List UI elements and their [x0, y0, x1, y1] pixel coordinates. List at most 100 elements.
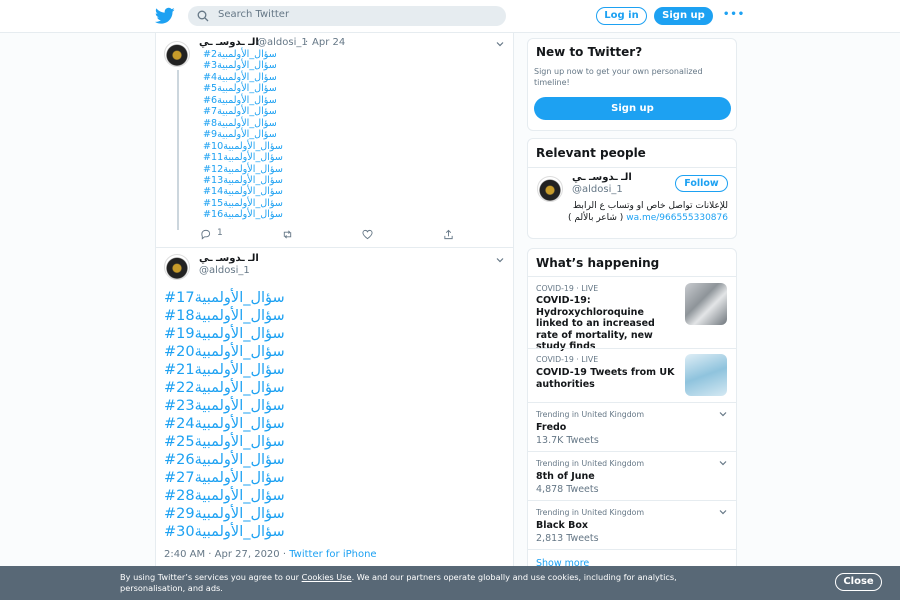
trend-item[interactable]: Trending in United Kingdom Fredo 13.7K T… [528, 402, 736, 451]
thread-connector-line [177, 70, 179, 230]
chevron-down-icon[interactable] [719, 508, 727, 516]
hashtag-link[interactable]: #سؤال_الأولمبية2 [203, 49, 293, 60]
trend-title: Black Box [536, 520, 589, 531]
search-icon [197, 10, 209, 22]
bio-link[interactable]: wa.me/966555330876 [626, 213, 728, 223]
trend-meta: COVID-19 · LIVE [536, 284, 599, 293]
trend-item[interactable]: COVID-19 · LIVE COVID-19: Hydroxychloroq… [528, 276, 736, 352]
hashtag-link[interactable]: #سؤال_الأولمبية30 [164, 523, 294, 541]
tweet-timestamp: 2:40 AM · Apr 27, 2020 · Twitter for iPh… [164, 549, 377, 560]
trend-meta: Trending in United Kingdom [536, 410, 645, 419]
cookie-message: By using Twitter’s services you agree to… [120, 572, 720, 594]
hashtag-link[interactable]: #سؤال_الأولمبية3 [203, 60, 293, 71]
hashtag-link[interactable]: #سؤال_الأولمبية15 [203, 198, 293, 209]
person-name[interactable]: الـ ـدوسـ ـي [572, 172, 632, 183]
hashtag-link[interactable]: #سؤال_الأولمبية29 [164, 505, 294, 523]
trend-meta: Trending in United Kingdom [536, 459, 645, 468]
person-bio: للإعلانات تواصل خاص او وتساب ع الرابط wa… [538, 200, 728, 224]
cookie-consent-banner: By using Twitter’s services you agree to… [0, 566, 900, 600]
tweet-author-handle[interactable]: @aldosi_1 [257, 37, 308, 48]
avatar[interactable] [164, 41, 190, 67]
login-button[interactable]: Log in [596, 7, 647, 25]
hashtag-link[interactable]: #سؤال_الأولمبية22 [164, 379, 294, 397]
hashtag-link[interactable]: #سؤال_الأولمبية4 [203, 72, 293, 83]
search-box[interactable]: Search Twitter [188, 6, 506, 26]
tweet-author-name[interactable]: الـ ـدوسـ ـي [199, 253, 259, 264]
hashtag-link[interactable]: #سؤال_الأولمبية12 [203, 164, 293, 175]
trend-meta: COVID-19 · LIVE [536, 355, 599, 364]
hashtag-link[interactable]: #سؤال_الأولمبية16 [203, 209, 293, 220]
sidebar-signup-button[interactable]: Sign up [534, 97, 731, 120]
hashtag-link[interactable]: #سؤال_الأولمبية8 [203, 118, 293, 129]
cookie-close-button[interactable]: Close [835, 573, 882, 591]
avatar[interactable] [164, 254, 190, 280]
hashtag-link[interactable]: #سؤال_الأولمبية18 [164, 307, 294, 325]
person-handle[interactable]: @aldosi_1 [572, 184, 623, 195]
reply-count: 1 [217, 228, 223, 238]
chevron-down-icon[interactable] [496, 256, 504, 264]
chevron-down-icon[interactable] [719, 459, 727, 467]
tweet-author-name[interactable]: الـ ـدوسـ ـي [199, 37, 259, 48]
pills-thumbnail-image [685, 283, 727, 325]
trend-count: 2,813 Tweets [536, 533, 599, 544]
trend-count: 13.7K Tweets [536, 435, 599, 446]
share-icon[interactable] [443, 229, 454, 240]
hashtag-link[interactable]: #سؤال_الأولمبية25 [164, 433, 294, 451]
signup-button[interactable]: Sign up [654, 7, 713, 25]
hashtag-link[interactable]: #سؤال_الأولمبية5 [203, 83, 293, 94]
hashtag-link[interactable]: #سؤال_الأولمبية27 [164, 469, 294, 487]
twitter-bird-icon[interactable] [155, 7, 175, 25]
relevant-people-card: Relevant people الـ ـدوسـ ـي @aldosi_1 F… [527, 138, 737, 239]
new-to-twitter-card: New to Twitter? Sign up now to get your … [527, 38, 737, 131]
hashtag-link[interactable]: #سؤال_الأولمبية26 [164, 451, 294, 469]
cookies-use-link[interactable]: Cookies Use [302, 572, 352, 582]
hashtag-link[interactable]: #سؤال_الأولمبية9 [203, 129, 293, 140]
trend-item[interactable]: Trending in United Kingdom 8th of June 4… [528, 451, 736, 500]
reply-icon[interactable] [200, 229, 211, 240]
tweet-time[interactable]: 2:40 AM · Apr 27, 2020 · [164, 549, 286, 560]
follow-button[interactable]: Follow [675, 175, 728, 192]
avatar[interactable] [537, 176, 563, 202]
trend-title: Fredo [536, 422, 567, 433]
hashtag-link[interactable]: #سؤال_الأولمبية6 [203, 95, 293, 106]
tweet-author-handle[interactable]: @aldosi_1 [199, 265, 250, 276]
hashtag-link[interactable]: #سؤال_الأولمبية24 [164, 415, 294, 433]
retweet-icon[interactable] [282, 229, 293, 240]
meta-separator: · [305, 37, 309, 48]
bio-end: ( شاعر بالألم ) [567, 213, 624, 223]
card-divider [528, 167, 736, 168]
hashtag-link[interactable]: #سؤال_الأولمبية13 [203, 175, 293, 186]
trend-title: COVID-19 Tweets from UK authorities [536, 367, 675, 390]
hashtag-link[interactable]: #سؤال_الأولمبية7 [203, 106, 293, 117]
top-navigation-bar: Search Twitter Log in Sign up ••• [0, 0, 900, 33]
trend-count: 4,878 Tweets [536, 484, 599, 495]
hashtag-link[interactable]: #سؤال_الأولمبية10 [203, 141, 293, 152]
trend-item[interactable]: Trending in United Kingdom Black Box 2,8… [528, 500, 736, 549]
trend-item[interactable]: COVID-19 · LIVE COVID-19 Tweets from UK … [528, 348, 736, 402]
hashtag-link[interactable]: #سؤال_الأولمبية28 [164, 487, 294, 505]
card-title: What’s happening [536, 256, 660, 270]
more-menu-icon[interactable]: ••• [723, 9, 745, 20]
like-heart-icon[interactable] [362, 229, 373, 240]
hashtag-link[interactable]: #سؤال_الأولمبية21 [164, 361, 294, 379]
left-gutter [0, 33, 155, 600]
hashtag-link[interactable]: #سؤال_الأولمبية23 [164, 397, 294, 415]
card-title: Relevant people [536, 146, 646, 160]
hashtag-link[interactable]: #سؤال_الأولمبية19 [164, 325, 294, 343]
hashtag-link[interactable]: #سؤال_الأولمبية17 [164, 289, 294, 307]
search-input[interactable]: Search Twitter [218, 9, 289, 20]
trend-title: COVID-19: Hydroxychloroquine linked to a… [536, 295, 655, 352]
tweet-source-link[interactable]: Twitter for iPhone [289, 549, 376, 560]
hashtag-link[interactable]: #سؤال_الأولمبية11 [203, 152, 293, 163]
card-subtitle: Sign up now to get your own personalized… [534, 67, 703, 87]
card-title: New to Twitter? [536, 45, 643, 59]
hashtag-link[interactable]: #سؤال_الأولمبية14 [203, 186, 293, 197]
whats-happening-card: What’s happening COVID-19 · LIVE COVID-1… [527, 248, 737, 578]
trend-title: 8th of June [536, 471, 595, 482]
chevron-down-icon[interactable] [719, 410, 727, 418]
bio-text: للإعلانات تواصل خاص او وتساب ع الرابط [572, 201, 728, 211]
hashtag-link[interactable]: #سؤال_الأولمبية20 [164, 343, 294, 361]
tweet-date[interactable]: Apr 24 [312, 37, 345, 48]
tweet-divider [156, 247, 513, 248]
chevron-down-icon[interactable] [496, 40, 504, 48]
